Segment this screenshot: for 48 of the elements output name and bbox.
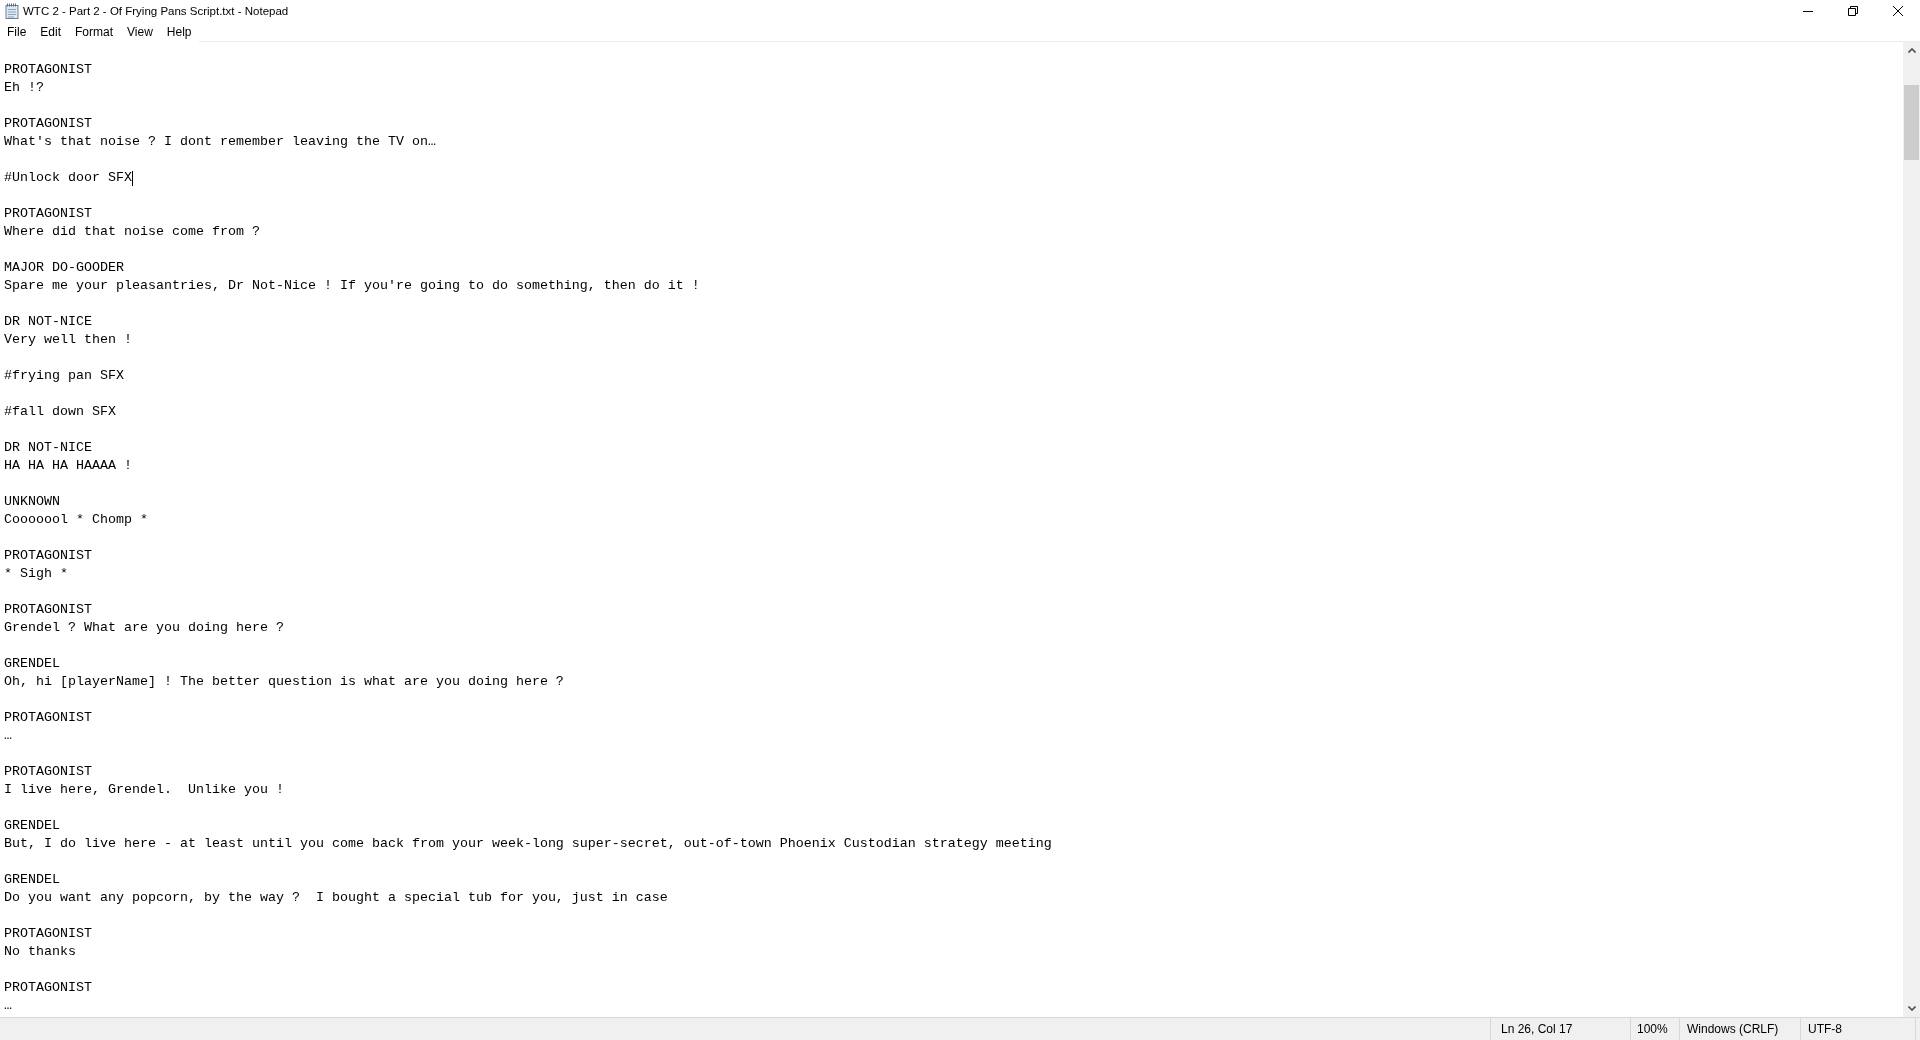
text-line: … [4,997,12,1015]
text-line: PROTAGONIST [4,925,92,943]
text-line: But, I do live here - at least until you come back from your week-long super-secret, out-of-town Phoenix Custodian strategy meeting [4,835,1052,853]
text-line: #Unlock door SFX [4,169,132,187]
text-line: HA HA HA HAAAA ! [4,457,132,475]
text-line: PROTAGONIST [4,547,92,565]
line-ending: Windows (CRLF) [1687,1021,1779,1038]
text-line: What's that noise ? I dont remember leaving the TV on… [4,133,436,151]
text-line: PROTAGONIST [4,979,92,997]
zoom-level: 100% [1637,1021,1668,1038]
notepad-icon [4,3,20,19]
text-line: Oh, hi [playerName] ! The better question is what are you doing here ? [4,673,564,691]
text-line: PROTAGONIST [4,115,92,133]
text-line: Eh !? [4,79,44,97]
text-line: GRENDEL [4,817,60,835]
text-line: Very well then ! [4,331,132,349]
encoding: UTF-8 [1808,1021,1842,1038]
text-line: PROTAGONIST [4,601,92,619]
text-line: Where did that noise come from ? [4,223,260,241]
chevron-up-icon [1907,48,1916,53]
text-line: DR NOT-NICE [4,313,92,331]
window-title: WTC 2 - Part 2 - Of Frying Pans Script.txt - Notepad [23,4,289,19]
text-line: I live here, Grendel. Unlike you ! [4,781,284,799]
text-line: UNKNOWN [4,493,60,511]
chevron-down-icon [1907,1006,1916,1011]
text-line: Spare me your pleasantries, Dr Not-Nice ! If you're going to do something, then do it ! [4,277,700,295]
text-line: PROTAGONIST [4,61,92,79]
cursor-position: Ln 26, Col 17 [1501,1021,1573,1038]
close-icon [1892,6,1903,16]
text-line: * Sigh * [4,565,68,583]
text-line: PROTAGONIST [4,763,92,781]
text-line: PROTAGONIST [4,205,92,223]
text-line: GRENDEL [4,871,60,889]
text-line: Cooooool * Chomp * [4,511,148,529]
text-line: #frying pan SFX [4,367,124,385]
text-line: No thanks [4,943,76,961]
text-line: PROTAGONIST [4,709,92,727]
text-line: #fall down SFX [4,403,116,421]
text-line: DR NOT-NICE [4,439,92,457]
minimize-icon [1802,10,1813,12]
restore-icon [1847,6,1858,16]
vertical-scrollbar[interactable] [1903,42,1920,1017]
text-line: Do you want any popcorn, by the way ? I bought a special tub for you, just in case [4,889,668,907]
text-line: GRENDEL [4,655,60,673]
text-line: … [4,727,12,745]
text-line: MAJOR DO-GOODER [4,259,124,277]
scrollbar-thumb[interactable] [1904,85,1919,160]
text-line: Grendel ? What are you doing here ? [4,619,284,637]
